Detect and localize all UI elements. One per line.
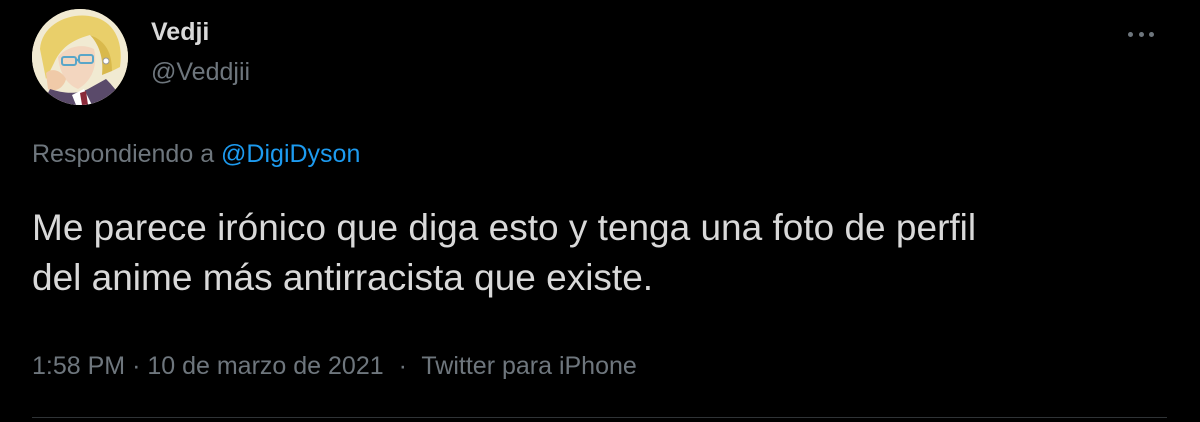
tweet-text-line: del anime más antirracista que existe. <box>32 257 654 298</box>
tweet-date[interactable]: 10 de marzo de 2021 <box>147 352 383 380</box>
more-horizontal-icon <box>1128 31 1133 37</box>
user-handle[interactable]: @Veddjii <box>151 57 250 87</box>
replying-mention-link[interactable]: @DigiDyson <box>221 140 360 168</box>
avatar-image <box>32 9 128 105</box>
avatar[interactable] <box>32 9 128 105</box>
more-horizontal-icon-dot <box>1149 31 1154 37</box>
replying-to-line: Respondiendo a @DigiDyson <box>32 139 360 169</box>
more-options-button[interactable] <box>1124 20 1158 48</box>
display-name[interactable]: Vedji <box>151 17 209 47</box>
replying-prefix: Respondiendo a <box>32 140 222 168</box>
tweet-text: Me parece irónico que diga esto y tenga … <box>32 203 1172 303</box>
tweet-time[interactable]: 1:58 PM <box>32 352 125 380</box>
more-horizontal-icon-dot <box>1138 31 1144 37</box>
tweet-metadata: 1:58 PM · 10 de marzo de 2021 · Twitter … <box>32 351 637 381</box>
separator-dot: · <box>132 352 141 380</box>
tweet-source[interactable]: Twitter para iPhone <box>421 352 636 380</box>
divider <box>32 417 1167 418</box>
tweet-text-line: Me parece irónico que diga esto y tenga … <box>32 207 977 248</box>
separator-dot: · <box>398 352 407 380</box>
tweet-card: Vedji @Veddjii Respondiendo a @DigiDyson… <box>0 0 1200 422</box>
